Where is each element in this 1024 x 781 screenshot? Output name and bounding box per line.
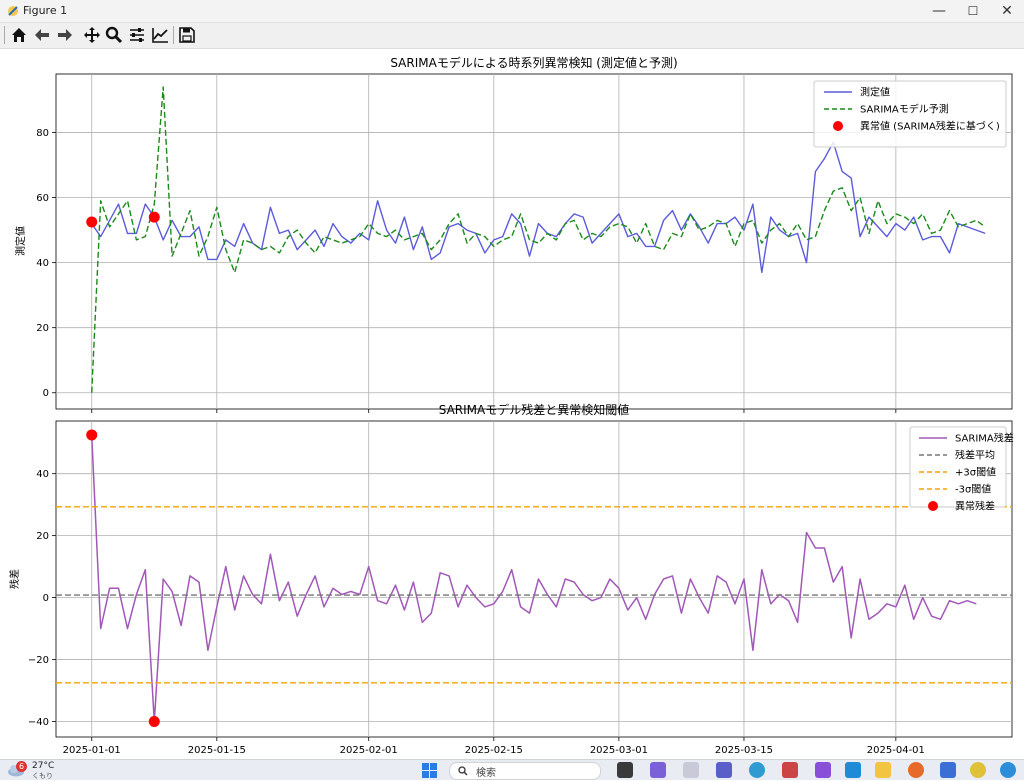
top-legend-label: SARIMAモデル予測 xyxy=(860,103,949,116)
top-chart-title: SARIMAモデルによる時系列異常検知 (測定値と予測) xyxy=(390,55,677,70)
close-button[interactable]: ✕ xyxy=(990,0,1024,22)
save-icon xyxy=(179,27,195,43)
bottom-y-tick-label: 20 xyxy=(36,531,49,542)
top-anomaly-point xyxy=(148,211,160,223)
top-y-axis-label: 測定値 xyxy=(14,226,27,256)
top-legend-label: 測定値 xyxy=(860,86,890,99)
maximize-button[interactable]: ☐ xyxy=(956,0,990,22)
top-y-tick-label: 0 xyxy=(43,388,49,399)
chrome-icon[interactable] xyxy=(970,762,986,778)
matplotlib-app-icon xyxy=(8,6,18,16)
bottom-y-tick-label: −20 xyxy=(28,655,49,666)
top-anomaly-point xyxy=(86,216,98,228)
browser-icon[interactable] xyxy=(1000,762,1016,778)
minimize-icon: — xyxy=(932,3,946,19)
x-tick-label: 2025-03-15 xyxy=(715,745,773,756)
arrow-left-icon xyxy=(35,29,49,41)
minimize-button[interactable]: — xyxy=(922,0,956,22)
copilot-icon[interactable] xyxy=(650,762,666,778)
bottom-legend-marker xyxy=(928,501,938,511)
top-legend-label: 異常値 (SARIMA残差に基づく) xyxy=(860,120,1000,133)
x-tick-label: 2025-01-15 xyxy=(188,745,246,756)
vscode-icon[interactable] xyxy=(845,762,861,778)
x-tick-label: 2025-04-01 xyxy=(867,745,925,756)
bottom-legend-label: 異常残差 xyxy=(955,500,995,513)
home-icon xyxy=(12,28,26,42)
bottom-axes: 2025-01-01 2025-01-15 2025-02-01 2025-02-15… xyxy=(8,402,1014,756)
top-y-tick-label: 20 xyxy=(36,323,49,334)
edge-icon[interactable] xyxy=(749,762,765,778)
bottom-y-axis-label: 残差 xyxy=(8,569,21,589)
line-chart-icon xyxy=(152,28,168,43)
taskbar-search-box[interactable]: 検索 xyxy=(449,762,601,780)
bottom-legend-label: -3σ閾値 xyxy=(955,483,991,496)
top-y-tick-label: 60 xyxy=(36,193,49,204)
arrow-right-icon xyxy=(58,29,72,41)
configure-subplots-button[interactable] xyxy=(127,25,147,45)
bottom-axes-frame xyxy=(55,420,1013,738)
search-icon xyxy=(458,766,468,776)
save-button[interactable] xyxy=(177,25,197,45)
toolbar-separator xyxy=(173,26,174,44)
bottom-y-tick-label: 0 xyxy=(43,593,49,604)
teams-icon[interactable] xyxy=(716,762,732,778)
zoom-button[interactable] xyxy=(104,25,124,45)
bottom-legend-label: +3σ閾値 xyxy=(955,466,996,479)
task-view-icon[interactable] xyxy=(617,762,633,778)
x-tick-label: 2025-03-01 xyxy=(590,745,648,756)
bottom-legend-label: 残差平均 xyxy=(955,449,995,462)
window-title: Figure 1 xyxy=(23,4,68,17)
visual-studio-icon[interactable] xyxy=(815,762,831,778)
firefox-icon[interactable] xyxy=(908,762,924,778)
sliders-icon xyxy=(130,28,144,42)
bottom-chart-title: SARIMAモデル残差と異常検知閾値 xyxy=(439,402,630,417)
windows-taskbar: 6 27°C くもり 検索 xyxy=(0,759,1024,780)
notification-badge: 6 xyxy=(16,761,27,772)
back-button[interactable] xyxy=(32,25,52,45)
notepad-icon[interactable] xyxy=(683,762,699,778)
forward-button[interactable] xyxy=(55,25,75,45)
bottom-legend: SARIMA残差残差平均 +3σ閾値 -3σ閾値異常残差 xyxy=(909,426,1014,513)
x-tick-label: 2025-01-01 xyxy=(63,745,121,756)
toolbar-separator xyxy=(4,26,5,44)
windows-start-icon[interactable] xyxy=(422,763,437,778)
weather-temperature: 27°C xyxy=(32,761,55,771)
edit-axis-button[interactable] xyxy=(150,25,170,45)
top-axes: 0 20 40 60 80 SARIMAモデルによる時系列異常検知 (測定値と予測) 測… xyxy=(14,55,1013,413)
bottom-y-tick-label: −40 xyxy=(28,717,49,728)
figure-canvas[interactable]: 0 20 40 60 80 SARIMAモデルによる時系列異常検知 (測定値と予測) 測… xyxy=(0,49,1024,760)
x-tick-label: 2025-02-15 xyxy=(465,745,523,756)
bottom-y-tick-label: 40 xyxy=(36,469,49,480)
zoom-icon xyxy=(105,26,123,44)
home-button[interactable] xyxy=(9,25,29,45)
search-placeholder: 検索 xyxy=(476,768,496,779)
snipping-tool-icon[interactable] xyxy=(782,762,798,778)
x-tick-label: 2025-02-01 xyxy=(340,745,398,756)
navigation-toolbar xyxy=(0,23,1024,49)
top-legend-marker xyxy=(833,121,843,131)
pan-button[interactable] xyxy=(82,25,102,45)
bottom-anomaly-point xyxy=(86,429,98,441)
top-y-tick-label: 40 xyxy=(36,258,49,269)
file-explorer-icon[interactable] xyxy=(875,762,891,778)
move-icon xyxy=(84,27,100,43)
bottom-legend-label: SARIMA残差 xyxy=(955,432,1014,445)
top-legend: 測定値 SARIMAモデル予測異常値 (SARIMA残差に基づく) xyxy=(813,80,1007,148)
close-icon: ✕ xyxy=(1001,3,1013,19)
bottom-anomaly-point xyxy=(148,716,160,728)
window-titlebar: Figure 1 — ☐ ✕ xyxy=(0,0,1024,23)
store-icon[interactable] xyxy=(940,762,956,778)
top-y-tick-label: 80 xyxy=(36,128,49,139)
weather-condition: くもり xyxy=(32,772,53,780)
maximize-icon: ☐ xyxy=(967,4,979,18)
